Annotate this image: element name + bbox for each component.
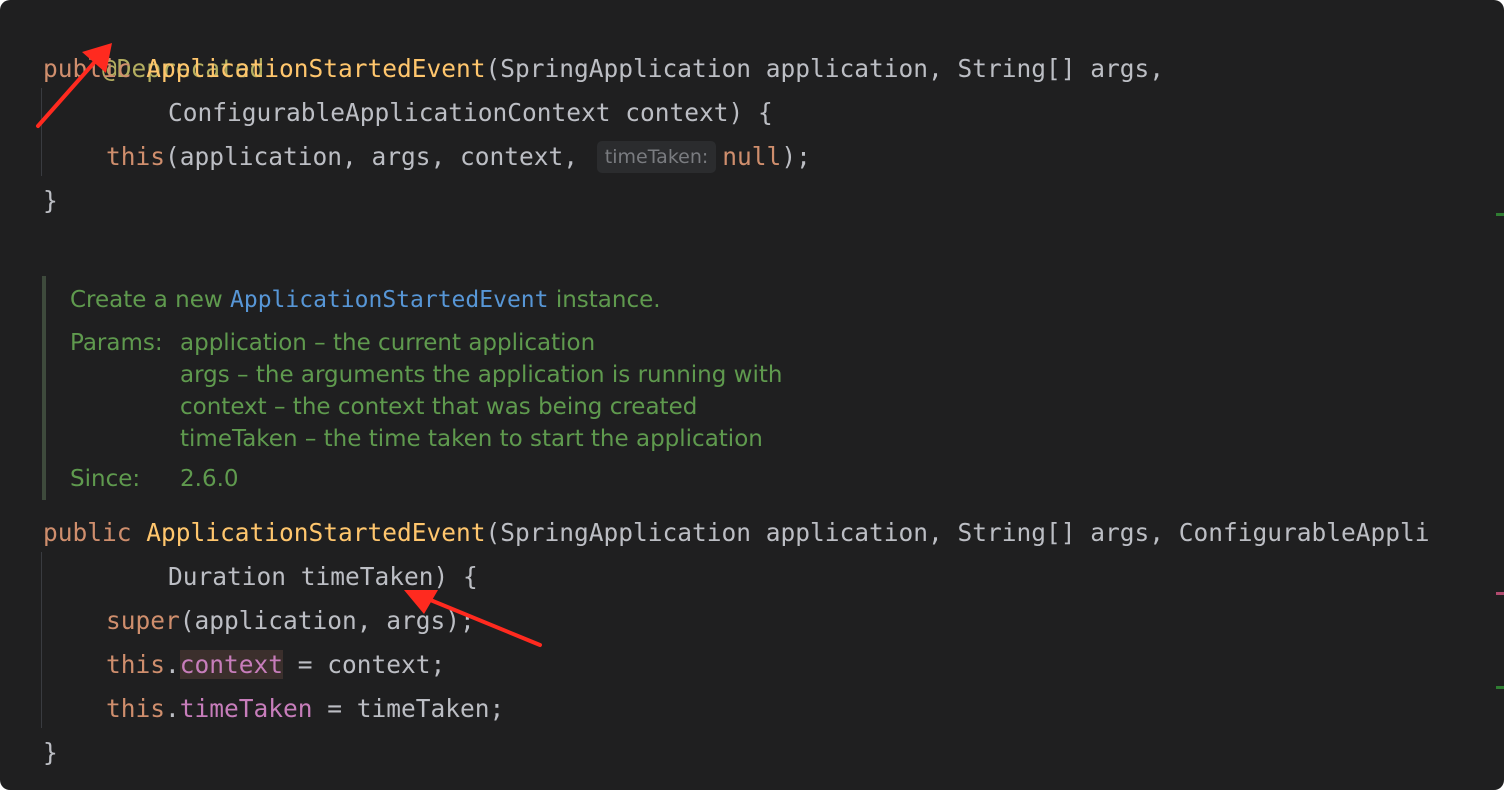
super-call-args: (application, args); — [179, 606, 475, 635]
doc-since-value: 2.6.0 — [180, 466, 239, 492]
constructor-params: (SpringApplication application, String[]… — [485, 518, 1430, 547]
constructor-name[interactable]: ApplicationStartedEvent — [146, 518, 485, 547]
assignment: = timeTaken; — [312, 694, 505, 723]
change-marker-green[interactable] — [1496, 686, 1504, 689]
constructor-params-continued: Duration timeTaken) { — [168, 562, 478, 591]
code-line-close-brace: } — [43, 179, 58, 223]
doc-param-item: timeTaken – the time taken to start the … — [180, 426, 763, 452]
modifier-keyword: public — [43, 518, 132, 547]
statement-end: ); — [781, 142, 811, 171]
code-line-this-call: this(application, args, context, timeTak… — [106, 135, 811, 179]
doc-param-item: context – the context that was being cre… — [180, 394, 698, 420]
indent-guide — [41, 552, 42, 728]
indent-guide — [41, 88, 42, 176]
doc-summary-suffix: instance. — [555, 287, 661, 313]
doc-class-link[interactable]: ApplicationStartedEvent — [230, 287, 549, 313]
change-marker-green[interactable] — [1496, 213, 1504, 216]
doc-params-label: Params: — [70, 330, 163, 356]
doc-summary: Create a new ApplicationStartedEvent ins… — [70, 284, 661, 316]
constructor-params-continued: ConfigurableApplicationContext context) … — [168, 98, 773, 127]
this-keyword: this — [106, 650, 166, 679]
change-marker-pink[interactable] — [1496, 592, 1504, 595]
doc-param-item: args – the arguments the application is … — [180, 362, 783, 388]
code-line-close-brace: } — [43, 731, 58, 775]
timetaken-field[interactable]: timeTaken — [180, 694, 313, 723]
this-call-args: (application, args, context, — [165, 142, 579, 171]
doc-summary-prefix: Create a new — [70, 287, 223, 313]
null-keyword: null — [722, 142, 782, 171]
code-line-super-call: super(application, args); — [106, 599, 475, 643]
code-editor[interactable]: @Deprecated public ApplicationStartedEve… — [0, 0, 1504, 790]
javadoc-block[interactable]: Create a new ApplicationStartedEvent ins… — [42, 276, 946, 500]
close-brace: } — [43, 738, 58, 767]
assignment: = context; — [283, 650, 446, 679]
code-line-constructor1-signature: public ApplicationStartedEvent(SpringApp… — [43, 47, 1164, 91]
this-keyword: this — [106, 142, 166, 171]
code-line-assign-context: this.context = context; — [106, 650, 446, 679]
context-field[interactable]: context — [179, 650, 284, 679]
super-keyword: super — [106, 606, 180, 635]
code-line-assign-timetaken: this.timeTaken = timeTaken; — [106, 694, 505, 723]
code-line-constructor1-params: ConfigurableApplicationContext context) … — [168, 91, 773, 135]
parameter-inlay-hint[interactable]: timeTaken: — [596, 141, 717, 173]
constructor-params: (SpringApplication application, String[]… — [485, 54, 1165, 83]
code-line-constructor2-params: Duration timeTaken) { — [168, 555, 478, 599]
constructor-name[interactable]: ApplicationStartedEvent — [146, 54, 485, 83]
doc-since-label: Since: — [70, 466, 141, 492]
doc-param-item: application – the current application — [180, 330, 596, 356]
close-brace: } — [43, 186, 58, 215]
modifier-keyword: public — [43, 54, 132, 83]
code-line-annotation: @Deprecated — [43, 3, 264, 83]
code-line-constructor2-signature: public ApplicationStartedEvent(SpringApp… — [43, 511, 1430, 555]
this-keyword: this — [106, 694, 166, 723]
